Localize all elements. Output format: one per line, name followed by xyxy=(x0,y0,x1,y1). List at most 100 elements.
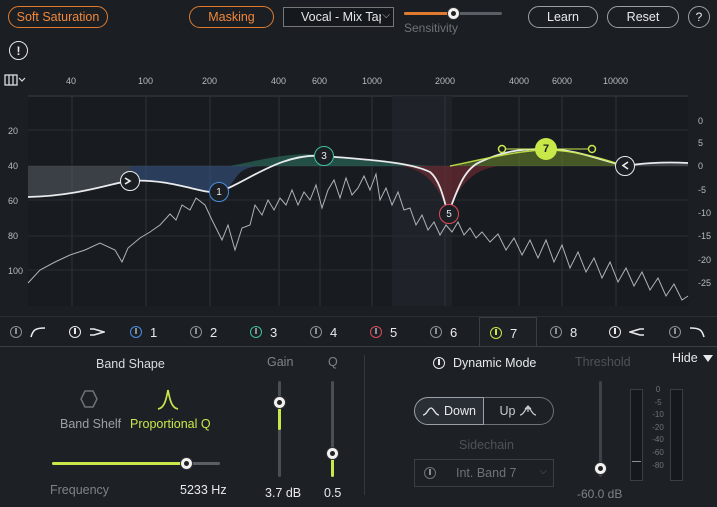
up-curve-icon xyxy=(520,405,537,416)
gain-knob[interactable] xyxy=(273,396,286,409)
db-label-left: 100 xyxy=(8,266,24,276)
dynamic-mode-label: Dynamic Mode xyxy=(453,356,537,370)
gain-value[interactable]: 3.7 dB xyxy=(265,486,301,500)
down-label: Down xyxy=(444,404,476,418)
power-icon[interactable] xyxy=(430,326,442,338)
sidechain-label: Sidechain xyxy=(459,438,514,452)
q-label: Q xyxy=(328,355,338,369)
threshold-value[interactable]: -60.0 dB xyxy=(577,487,622,501)
frequency-value[interactable]: 5233 Hz xyxy=(180,483,227,497)
low-shelf-node[interactable] xyxy=(120,171,140,191)
high-shelf-icon xyxy=(629,328,644,336)
chevron-down-icon: ⌵ xyxy=(539,466,547,477)
proportional-q-label[interactable]: Proportional Q xyxy=(130,417,211,431)
power-icon[interactable] xyxy=(550,326,562,338)
sidechain-select[interactable]: Int. Band 7 ⌵ xyxy=(414,459,554,487)
band-node-7[interactable]: 7 xyxy=(535,138,557,160)
proportional-q-icon[interactable] xyxy=(157,387,179,411)
band-label: 7 xyxy=(510,325,518,341)
low-shelf-icon xyxy=(90,328,105,336)
band-node-3[interactable]: 3 xyxy=(314,146,334,166)
db-label-right: 0 xyxy=(698,161,704,171)
band-tab-6[interactable]: 6 xyxy=(430,317,457,347)
band-tab-low-shelf[interactable] xyxy=(69,317,105,347)
meter-scale: 0 -5 -10 -20 -40 -60 -80 xyxy=(648,384,668,472)
learn-button[interactable]: Learn xyxy=(528,6,598,28)
band-tab-highpass[interactable] xyxy=(10,317,46,347)
frequency-fill xyxy=(52,462,187,465)
sensitivity-knob[interactable] xyxy=(447,7,460,20)
band-tab-3[interactable]: 3 xyxy=(250,317,277,347)
highpass-icon xyxy=(30,327,46,338)
power-icon[interactable] xyxy=(250,326,262,338)
freq-label: 600 xyxy=(312,76,328,86)
band-label: 1 xyxy=(150,324,158,340)
band-label: 3 xyxy=(270,324,278,340)
db-label-left: 40 xyxy=(8,161,19,171)
preset-select[interactable]: Vocal - Mix Tap ⌵ xyxy=(283,7,394,27)
top-bar: Soft Saturation Masking Vocal - Mix Tap … xyxy=(0,0,717,86)
freq-label: 200 xyxy=(202,76,218,86)
up-label: Up xyxy=(499,404,516,418)
frequency-knob[interactable] xyxy=(180,457,193,470)
alert-icon[interactable]: ! xyxy=(9,41,28,60)
power-icon[interactable] xyxy=(310,326,322,338)
level-meter-right xyxy=(670,389,683,481)
power-icon[interactable] xyxy=(424,467,436,479)
q-knob[interactable] xyxy=(326,447,339,460)
power-icon[interactable] xyxy=(10,326,22,338)
power-icon[interactable] xyxy=(190,326,202,338)
band-node-5[interactable]: 5 xyxy=(439,204,459,224)
band-label: 6 xyxy=(450,324,458,340)
hide-label: Hide xyxy=(672,351,698,365)
power-icon[interactable] xyxy=(490,327,502,339)
band-tab-8[interactable]: 8 xyxy=(550,317,577,347)
down-button[interactable]: Down xyxy=(414,397,484,425)
db-label-right: -10 xyxy=(698,208,712,218)
band-tab-lowpass[interactable] xyxy=(669,317,705,347)
power-icon[interactable] xyxy=(433,357,445,369)
power-icon[interactable] xyxy=(669,326,681,338)
band-tab-4[interactable]: 4 xyxy=(310,317,337,347)
sidechain-source: Int. Band 7 xyxy=(456,466,517,480)
down-curve-icon xyxy=(422,407,440,416)
soft-saturation-button[interactable]: Soft Saturation xyxy=(8,6,108,28)
freq-label: 40 xyxy=(66,76,77,86)
reset-button[interactable]: Reset xyxy=(607,6,679,28)
band-selector-bar: 1 2 3 4 5 6 7 8 xyxy=(0,316,717,348)
power-icon[interactable] xyxy=(130,326,142,338)
band-node-1[interactable]: 1 xyxy=(209,182,229,202)
meter-tick: -40 xyxy=(652,435,664,445)
power-icon[interactable] xyxy=(370,326,382,338)
db-label-right: 0 xyxy=(698,116,704,126)
band-tab-7[interactable]: 7 xyxy=(479,317,537,348)
high-shelf-node[interactable] xyxy=(615,156,635,176)
threshold-knob[interactable] xyxy=(594,462,607,475)
band-tab-5[interactable]: 5 xyxy=(370,317,397,347)
q-value[interactable]: 0.5 xyxy=(324,486,341,500)
threshold-label: Threshold xyxy=(575,355,631,369)
band-tab-2[interactable]: 2 xyxy=(190,317,217,347)
up-button[interactable]: Up xyxy=(484,397,554,425)
meter-tick: -60 xyxy=(652,447,664,457)
freq-label: 10000 xyxy=(603,76,629,86)
dynamic-mode-toggle[interactable]: Dynamic Mode xyxy=(433,356,536,370)
power-icon[interactable] xyxy=(69,326,81,338)
power-icon[interactable] xyxy=(609,326,621,338)
hide-button[interactable]: Hide xyxy=(672,351,714,365)
db-label-right: -20 xyxy=(698,255,712,265)
divider xyxy=(364,355,365,495)
help-button[interactable]: ? xyxy=(688,6,710,28)
masking-button[interactable]: Masking xyxy=(189,6,274,28)
band-tab-high-shelf[interactable] xyxy=(609,317,645,347)
preset-label: Vocal - Mix Tap xyxy=(301,10,381,24)
db-label-right: -5 xyxy=(698,185,707,195)
band-shelf-icon[interactable] xyxy=(78,388,100,410)
band-tab-1[interactable]: 1 xyxy=(130,317,157,347)
band-shelf-label[interactable]: Band Shelf xyxy=(60,417,121,431)
db-label-left: 80 xyxy=(8,231,19,241)
freq-label: 400 xyxy=(271,76,287,86)
meter-tick: -20 xyxy=(652,422,664,432)
lowpass-icon xyxy=(689,327,705,338)
eq-graph[interactable] xyxy=(0,66,717,316)
